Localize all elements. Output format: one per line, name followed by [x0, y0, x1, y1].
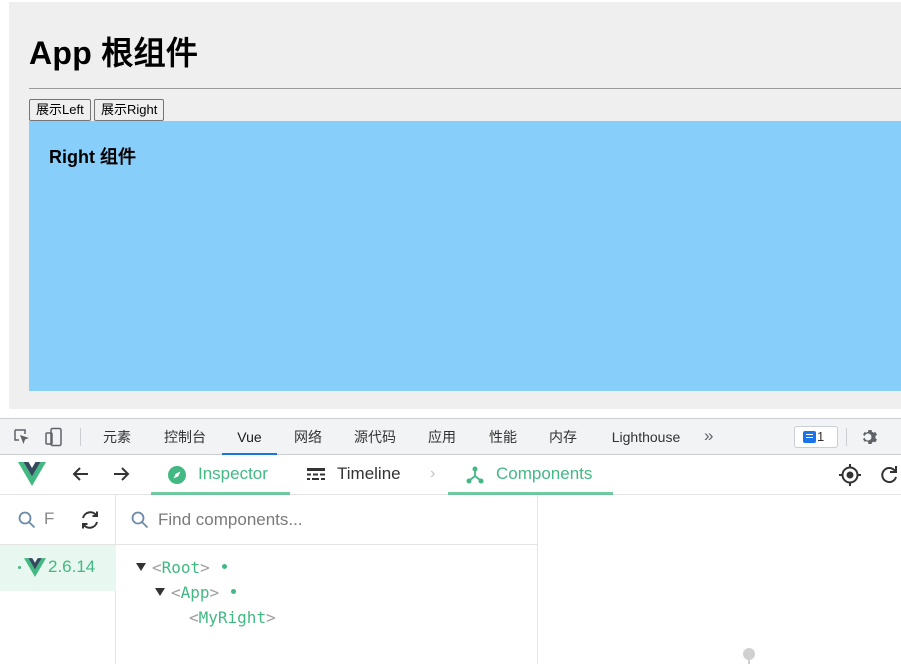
- vue-devtools-toolbar: Inspector Timeline › Components: [0, 455, 901, 495]
- show-left-button[interactable]: 展示Left: [29, 99, 91, 121]
- inspect-element-icon[interactable]: [12, 427, 32, 447]
- compass-icon: [168, 466, 186, 484]
- message-icon: [803, 431, 816, 443]
- vue-version: 2.6.14: [48, 557, 96, 576]
- app-list-item[interactable]: 2.6.14: [0, 545, 116, 591]
- toolbar-separator: [80, 428, 81, 446]
- tab-inspector[interactable]: Inspector: [151, 455, 290, 495]
- tree-node-myright[interactable]: <MyRight>: [189, 607, 276, 629]
- component-tree-pane: <Root> <App> <MyRight>: [116, 495, 538, 664]
- select-component-icon[interactable]: [838, 463, 862, 487]
- device-toolbar-icon[interactable]: [44, 427, 64, 447]
- component-details-pane: [538, 495, 901, 664]
- tab-vue[interactable]: Vue: [222, 419, 277, 455]
- tab-timeline-label: Timeline: [337, 464, 401, 483]
- issues-count: 1: [817, 429, 825, 444]
- tab-application[interactable]: 应用: [425, 419, 459, 455]
- search-icon: [131, 511, 149, 529]
- app-title: App 根组件: [29, 35, 199, 71]
- tree-node-label: Root: [161, 558, 201, 577]
- tab-console[interactable]: 控制台: [161, 419, 209, 455]
- components-tree-icon: [466, 466, 484, 484]
- right-component: Right 组件: [29, 121, 901, 391]
- node-badge: [231, 589, 237, 594]
- sync-icon[interactable]: [78, 508, 102, 532]
- tab-memory[interactable]: 内存: [546, 419, 580, 455]
- expand-arrow-icon[interactable]: [136, 563, 146, 571]
- issues-badge[interactable]: 1: [794, 426, 838, 448]
- devtools-tab-bar: 元素 控制台 Vue 网络 源代码 应用 性能 内存 Lighthouse » …: [0, 419, 901, 455]
- right-component-title: Right 组件: [49, 147, 136, 167]
- find-components-input[interactable]: [158, 507, 518, 533]
- pin-icon: [743, 648, 755, 664]
- tree-node-root[interactable]: <Root>: [136, 557, 227, 579]
- tab-lighthouse[interactable]: Lighthouse: [606, 419, 686, 455]
- tab-components[interactable]: Components: [448, 455, 613, 495]
- tab-sources[interactable]: 源代码: [351, 419, 399, 455]
- tree-node-label: MyRight: [198, 608, 267, 627]
- tree-node-app[interactable]: <App>: [155, 582, 237, 604]
- tab-elements[interactable]: 元素: [100, 419, 134, 455]
- refresh-icon[interactable]: [878, 463, 900, 487]
- show-right-button[interactable]: 展示Right: [94, 99, 165, 121]
- apps-search: F: [0, 495, 116, 545]
- devtools-panel: 元素 控制台 Vue 网络 源代码 应用 性能 内存 Lighthouse » …: [0, 418, 901, 664]
- tab-components-label: Components: [496, 464, 593, 483]
- arrow-left-icon[interactable]: [70, 463, 92, 485]
- expand-arrow-icon[interactable]: [155, 588, 165, 596]
- apps-search-input[interactable]: F: [44, 508, 54, 530]
- selected-dot: [18, 566, 21, 569]
- vue-logo-icon: [24, 558, 46, 577]
- node-badge: [221, 564, 227, 569]
- tab-performance[interactable]: 性能: [486, 419, 520, 455]
- toolbar-separator: [846, 428, 847, 446]
- component-search: [116, 495, 538, 545]
- chevron-right-icon: ›: [430, 465, 436, 482]
- divider: [29, 88, 901, 89]
- tab-timeline[interactable]: Timeline: [300, 455, 415, 494]
- tree-node-label: App: [180, 583, 210, 602]
- page-viewport: App 根组件 展示Left 展示Right Right 组件: [0, 0, 901, 418]
- search-icon: [18, 511, 36, 529]
- tab-inspector-label: Inspector: [198, 464, 268, 483]
- vue-logo-icon: [18, 462, 46, 486]
- tab-network[interactable]: 网络: [291, 419, 325, 455]
- app-root: App 根组件 展示Left 展示Right Right 组件: [9, 2, 901, 409]
- arrow-right-icon[interactable]: [110, 463, 132, 485]
- apps-pane: F 2.6.14: [0, 495, 116, 664]
- gear-icon[interactable]: [860, 427, 880, 447]
- double-chevron-right-icon[interactable]: »: [704, 427, 720, 445]
- timeline-icon: [307, 468, 325, 480]
